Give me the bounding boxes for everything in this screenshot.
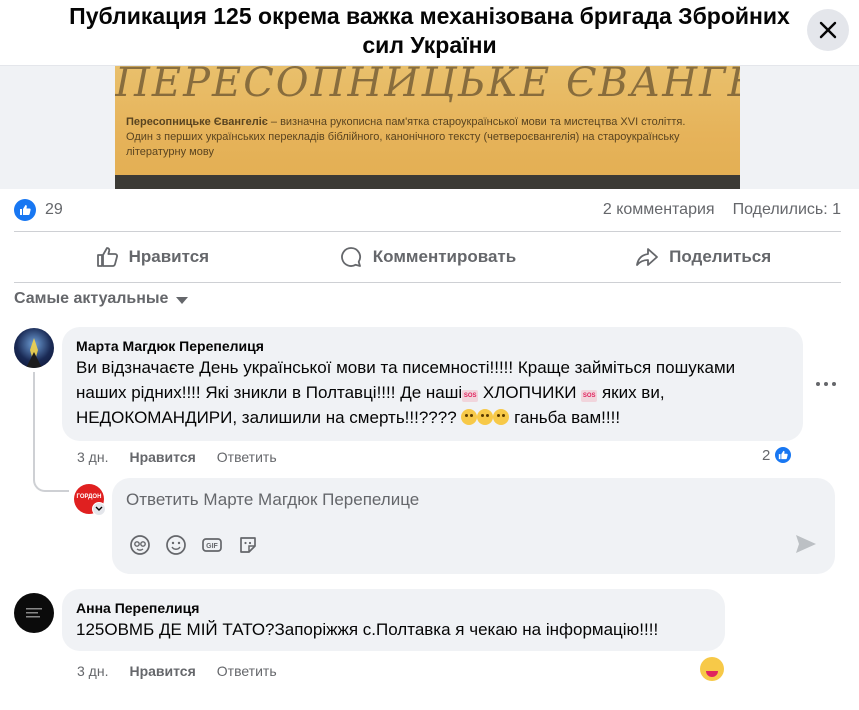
comment-bubble: Марта Магдюк Перепелиця Ви відзначаєте Д… — [62, 327, 803, 441]
comment-text: Ви відзначаєте День української мови та … — [76, 355, 789, 430]
dialog-header: Публикация 125 окрема важка механізована… — [0, 0, 859, 66]
thread-line — [33, 372, 69, 492]
like-button[interactable]: Нравится — [14, 233, 290, 281]
comment-author[interactable]: Марта Магдюк Перепелиця — [76, 337, 789, 355]
share-button[interactable]: Поделиться — [565, 233, 841, 281]
comment-time[interactable]: 3 дн. — [77, 663, 108, 679]
crying-face-icon — [493, 409, 510, 425]
post-image-caption: Пересопницьке Євангеліє – визначна рукоп… — [126, 115, 686, 160]
reactions-count: 2 — [762, 446, 771, 464]
share-button-label: Поделиться — [669, 247, 772, 266]
comment-bubble-icon — [340, 247, 361, 267]
comment-reply-button[interactable]: Ответить — [217, 449, 277, 465]
sticker-icon[interactable] — [236, 533, 260, 557]
emoji-icon[interactable] — [164, 533, 188, 557]
comment-button[interactable]: Комментировать — [290, 233, 566, 281]
add-reaction-icon[interactable] — [700, 657, 724, 681]
caption-title: Пересопницьке Євангеліє — [126, 116, 268, 128]
avatar-sticker-icon[interactable] — [128, 533, 152, 557]
reply-composer[interactable]: Ответить Марте Магдюк Перепелице GIF — [112, 478, 835, 574]
send-icon[interactable] — [795, 534, 817, 559]
comment-meta: 3 дн. Нравится Ответить — [77, 449, 277, 465]
share-arrow-icon — [636, 248, 659, 266]
avatar-label: ГОРДОН — [76, 494, 102, 500]
crying-face-icon — [477, 409, 494, 425]
sort-label: Самые актуальные — [14, 290, 169, 307]
close-button[interactable] — [807, 9, 849, 51]
post-actions: Нравится Комментировать Поделиться — [14, 233, 841, 281]
thumbs-up-icon — [96, 247, 118, 267]
chevron-down-icon[interactable] — [92, 502, 106, 516]
divider — [14, 282, 841, 283]
likes-count[interactable]: 29 — [45, 201, 63, 219]
sos-emoji: SOS — [462, 390, 479, 402]
dialog-title: Публикация 125 окрема важка механізована… — [69, 3, 790, 58]
like-reaction-icon[interactable] — [14, 199, 36, 221]
close-icon — [819, 21, 837, 39]
comment-button-label: Комментировать — [372, 247, 517, 266]
comments-count[interactable]: 2 комментария — [603, 201, 715, 219]
comment-reactions[interactable]: 2 — [762, 445, 794, 465]
gif-icon[interactable]: GIF — [200, 533, 224, 557]
shares-count[interactable]: Поделились: 1 — [733, 201, 841, 219]
sos-emoji: SOS — [581, 390, 598, 402]
comment-text-part: ХЛОПЧИКИ — [478, 383, 582, 402]
divider — [14, 231, 841, 232]
comment-sort-dropdown[interactable]: Самые актуальные — [14, 290, 189, 308]
manuscript-script: ПЕРЕСОПНИЦЬКЕ ЄВАНГЕЛІЄ — [115, 66, 740, 106]
composer-tools: GIF — [128, 533, 260, 557]
post-stats: 29 2 комментария Поделились: 1 — [14, 196, 841, 224]
comment-text: 125ОВМБ ДЕ МІЙ ТАТО?Запоріжжя с.Полтавка… — [76, 620, 659, 639]
comment-like-button[interactable]: Нравится — [129, 449, 195, 465]
comment-text-part: ганьба вам!!!! — [509, 408, 621, 427]
crying-face-icon — [461, 409, 478, 425]
comment-like-button[interactable]: Нравится — [129, 663, 195, 679]
comment-author[interactable]: Анна Перепелиця — [76, 599, 711, 617]
comment-meta: 3 дн. Нравится Ответить — [77, 663, 277, 679]
comment-time[interactable]: 3 дн. — [77, 449, 108, 465]
post-image-art: ПЕРЕСОПНИЦЬКЕ ЄВАНГЕЛІЄ Пересопницьке Єв… — [115, 66, 740, 189]
svg-text:GIF: GIF — [206, 543, 218, 550]
avatar[interactable] — [14, 328, 54, 368]
post-image[interactable]: ПЕРЕСОПНИЦЬКЕ ЄВАНГЕЛІЄ Пересопницьке Єв… — [0, 66, 859, 189]
comment-reply-button[interactable]: Ответить — [217, 663, 277, 679]
chevron-down-icon — [176, 296, 189, 304]
avatar[interactable]: ГОРДОН — [74, 484, 106, 516]
avatar[interactable] — [14, 593, 54, 633]
like-button-label: Нравится — [128, 247, 210, 266]
like-reaction-icon — [773, 445, 794, 465]
reply-input[interactable]: Ответить Марте Магдюк Перепелице — [126, 490, 419, 510]
more-options-icon[interactable] — [812, 372, 840, 396]
comment-bubble: Анна Перепелиця 125ОВМБ ДЕ МІЙ ТАТО?Запо… — [62, 589, 725, 651]
image-bottom-bar — [115, 175, 740, 189]
